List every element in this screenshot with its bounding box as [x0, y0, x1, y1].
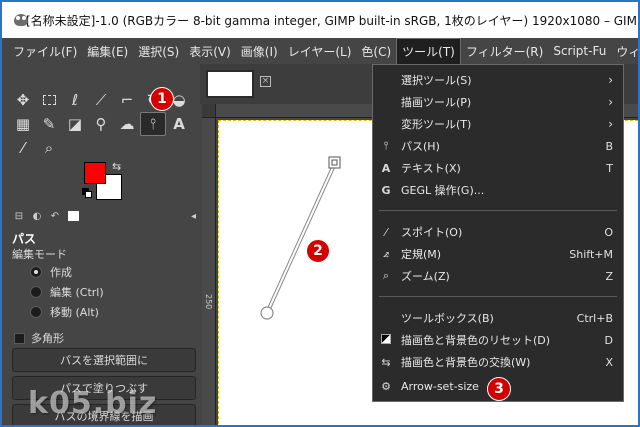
submenu-arrow-icon: › — [608, 73, 613, 87]
shortcut-label: T — [606, 161, 613, 175]
tools-menu-dropdown: 選択ツール(S) › 描画ツール(P) › 変形ツール(T) › ⫯ パス(H)… — [372, 64, 624, 402]
menu-item-label: GEGL 操作(G)... — [401, 184, 485, 197]
menu-item-toolbox[interactable]: ツールボックス(B) Ctrl+B — [373, 307, 623, 329]
swap-colors-icon: ⇆ — [381, 355, 391, 369]
menu-item-label: ツールボックス(B) — [401, 312, 494, 325]
path-anchor-end[interactable] — [328, 156, 341, 169]
menu-item-label: 定規(M) — [401, 248, 442, 261]
shortcut-label: Ctrl+B — [576, 311, 613, 325]
menu-item-zoom[interactable]: ⌕ ズーム(Z) Z — [373, 265, 623, 287]
menu-item-color-picker[interactable]: ⁄ スポイト(O) O — [373, 221, 623, 243]
arrow-icon: ⚙ — [381, 379, 391, 393]
annotation-badge-1: 1 — [150, 87, 174, 111]
menu-item-transform-tools[interactable]: 変形ツール(T) › — [373, 113, 623, 135]
measure-icon: ⦨ — [382, 247, 390, 260]
shortcut-label: X — [605, 355, 613, 369]
shortcut-label: B — [605, 139, 613, 153]
menu-item-swap-colors[interactable]: ⇆ 描画色と背景色の交換(W) X — [373, 351, 623, 373]
menu-separator — [379, 296, 617, 297]
shortcut-label: Z — [605, 269, 613, 283]
menu-item-paths[interactable]: ⫯ パス(H) B — [373, 135, 623, 157]
menu-item-label: 変形ツール(T) — [401, 118, 472, 131]
menu-item-label: 描画色と背景色のリセット(D) — [401, 334, 551, 347]
gegl-icon: G — [381, 183, 391, 197]
annotation-badge-3: 3 — [487, 377, 511, 401]
shortcut-label: D — [604, 333, 613, 347]
menu-item-label: スポイト(O) — [401, 226, 463, 239]
eyedropper-icon: ⁄ — [385, 225, 387, 239]
menu-item-selection-tools[interactable]: 選択ツール(S) › — [373, 69, 623, 91]
menu-item-label: テキスト(X) — [401, 162, 461, 175]
path-segment-inner — [266, 162, 336, 314]
menu-item-label: 描画色と背景色の交換(W) — [401, 356, 531, 369]
submenu-arrow-icon: › — [608, 117, 613, 131]
menu-item-label: Arrow-set-size — [401, 379, 479, 393]
watermark-text: k05.biz — [28, 386, 158, 421]
menu-item-text[interactable]: A テキスト(X) T — [373, 157, 623, 179]
menu-item-measure[interactable]: ⦨ 定規(M) Shift+M — [373, 243, 623, 265]
gimp-window: *[名称未設定]-1.0 (RGBカラー 8-bit gamma integer… — [0, 0, 640, 427]
menu-item-label: ズーム(Z) — [401, 270, 450, 283]
path-tool-icon: ⫯ — [383, 139, 389, 152]
menu-item-paint-tools[interactable]: 描画ツール(P) › — [373, 91, 623, 113]
annotation-badge-2: 2 — [306, 239, 330, 263]
text-tool-icon: A — [381, 161, 391, 175]
submenu-arrow-icon: › — [608, 95, 613, 109]
menu-item-default-colors[interactable]: 描画色と背景色のリセット(D) D — [373, 329, 623, 351]
reset-colors-icon — [379, 333, 393, 347]
zoom-icon: ⌕ — [382, 269, 390, 282]
menu-separator — [379, 210, 617, 211]
menu-item-label: パス(H) — [401, 140, 440, 153]
menu-item-label: 描画ツール(P) — [401, 96, 472, 109]
menu-item-gegl[interactable]: G GEGL 操作(G)... — [373, 179, 623, 201]
menu-item-label: 選択ツール(S) — [401, 74, 472, 87]
path-anchor-start[interactable] — [260, 306, 274, 320]
shortcut-label: Shift+M — [569, 247, 613, 261]
shortcut-label: O — [604, 225, 613, 239]
